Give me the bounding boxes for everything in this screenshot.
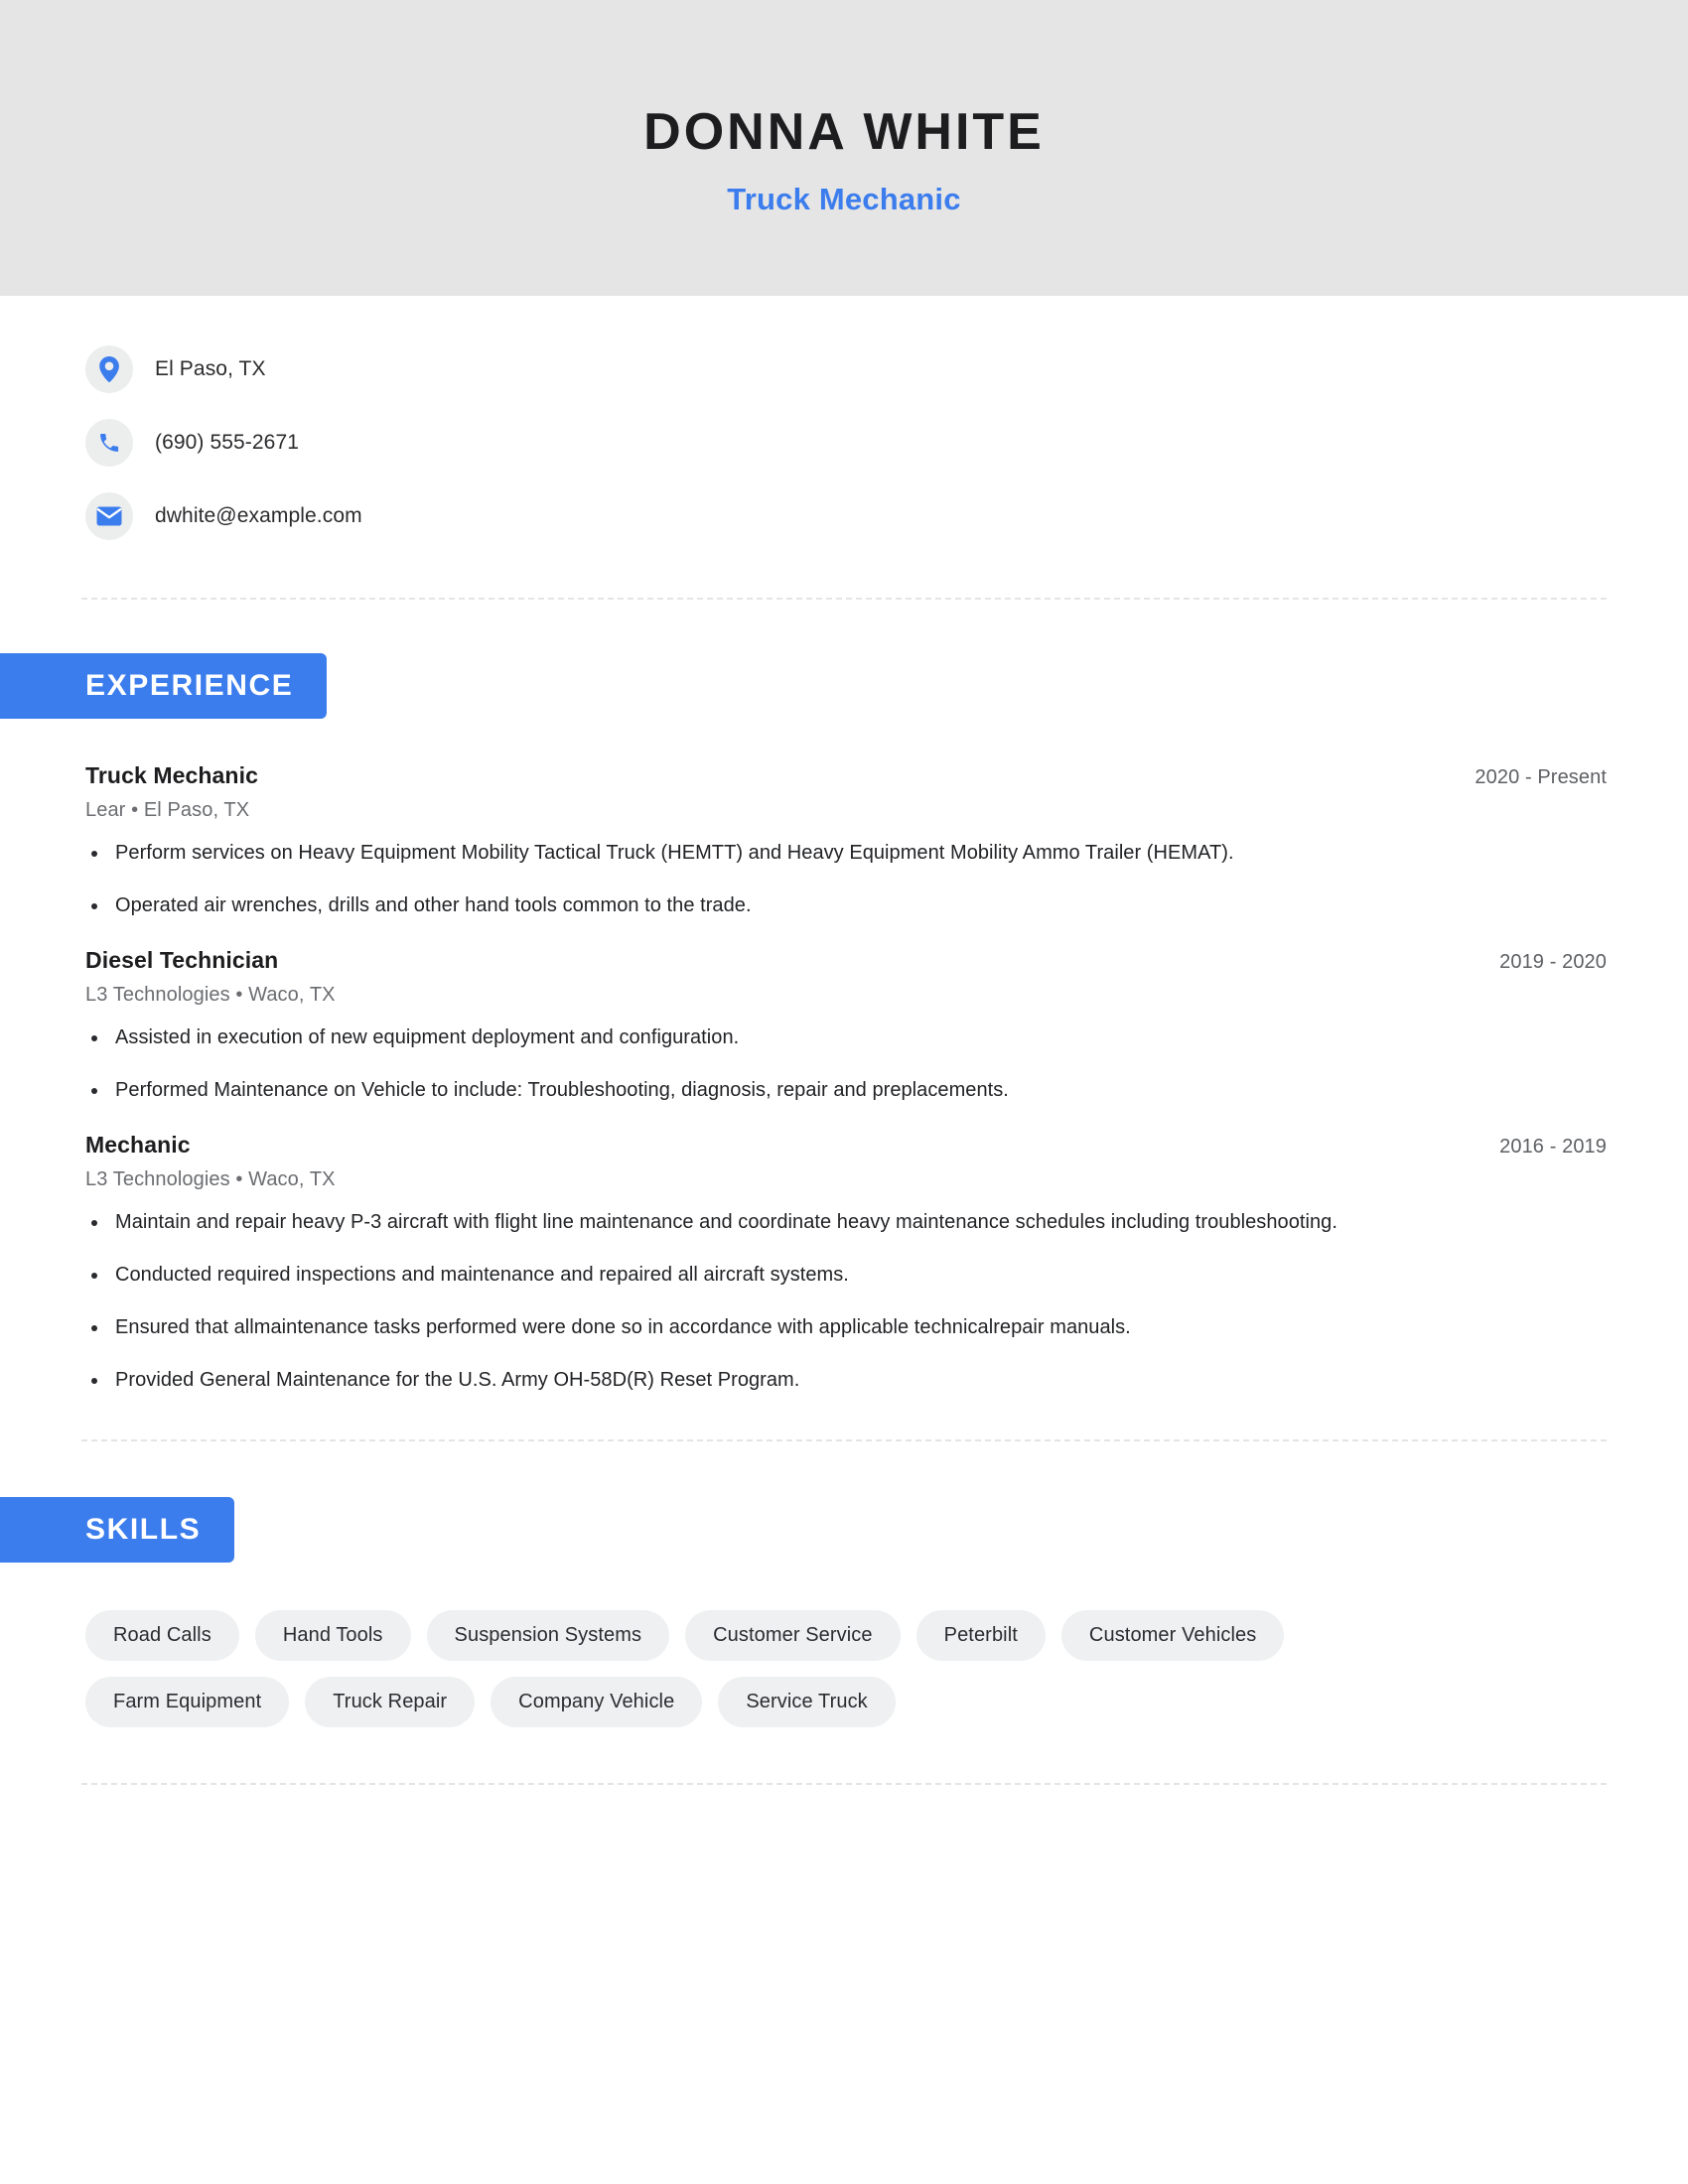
- phone-icon: [85, 419, 133, 467]
- experience-item-header: Diesel Technician 2019 - 2020: [85, 947, 1607, 974]
- experience-bullet-list: Assisted in execution of new equipment d…: [85, 1023, 1607, 1106]
- skill-chip: Customer Service: [685, 1610, 901, 1661]
- candidate-name: DONNA WHITE: [643, 103, 1045, 162]
- experience-item: Mechanic 2016 - 2019 L3 Technologies • W…: [85, 1132, 1607, 1396]
- skill-chip: Truck Repair: [305, 1677, 476, 1727]
- experience-role: Truck Mechanic: [85, 762, 258, 788]
- skill-chip: Hand Tools: [254, 1610, 411, 1661]
- experience-bullet: Provided General Maintenance for the U.S…: [85, 1365, 1607, 1396]
- experience-company-location: Lear • El Paso, TX: [85, 799, 250, 821]
- experience-bullet: Performed Maintenance on Vehicle to incl…: [85, 1075, 1607, 1106]
- experience-dates: 2020 - Present: [1475, 766, 1607, 788]
- divider-after-contact: [81, 598, 1607, 600]
- contact-row-email: dwhite@example.com: [85, 490, 1688, 542]
- contact-phone-text: (690) 555-2671: [155, 431, 300, 454]
- experience-banner-holder: EXPERIENCE: [0, 653, 1688, 719]
- experience-dates: 2019 - 2020: [1499, 951, 1607, 973]
- divider-after-experience: [81, 1439, 1607, 1441]
- experience-bullet: Operated air wrenches, drills and other …: [85, 890, 1607, 921]
- skill-chip: Road Calls: [85, 1610, 239, 1661]
- candidate-job-title: Truck Mechanic: [727, 181, 961, 216]
- skill-chip: Customer Vehicles: [1060, 1610, 1285, 1661]
- contact-row-location: El Paso, TX: [85, 343, 1688, 395]
- experience-list: Truck Mechanic 2020 - Present Lear • El …: [0, 762, 1688, 1396]
- experience-company-location: L3 Technologies • Waco, TX: [85, 1168, 336, 1190]
- contact-email-text: dwhite@example.com: [155, 504, 362, 527]
- contact-block: El Paso, TX (690) 555-2671 dwhite@exampl…: [0, 296, 1688, 542]
- experience-dates: 2016 - 2019: [1499, 1136, 1607, 1158]
- skill-chip: Service Truck: [718, 1677, 896, 1727]
- experience-bullet: Ensured that allmaintenance tasks perfor…: [85, 1312, 1607, 1343]
- skill-chip: Suspension Systems: [426, 1610, 670, 1661]
- skill-chip: Farm Equipment: [85, 1677, 290, 1727]
- experience-bullet-list: Maintain and repair heavy P-3 aircraft w…: [85, 1207, 1607, 1396]
- contact-location-text: El Paso, TX: [155, 357, 266, 380]
- experience-bullet-list: Perform services on Heavy Equipment Mobi…: [85, 838, 1607, 921]
- experience-bullet: Conducted required inspections and maint…: [85, 1260, 1607, 1291]
- resume-header: DONNA WHITE Truck Mechanic: [0, 0, 1688, 296]
- skills-banner-holder: SKILLS: [0, 1497, 1688, 1563]
- envelope-icon: [85, 492, 133, 540]
- divider-after-skills: [81, 1783, 1607, 1785]
- skill-chip: Peterbilt: [915, 1610, 1046, 1661]
- section-heading-experience: EXPERIENCE: [0, 653, 328, 719]
- experience-role: Diesel Technician: [85, 947, 279, 973]
- skill-chip: Company Vehicle: [491, 1677, 703, 1727]
- experience-item-header: Truck Mechanic 2020 - Present: [85, 762, 1607, 789]
- experience-role: Mechanic: [85, 1132, 191, 1158]
- resume-page: DONNA WHITE Truck Mechanic El Paso, TX (…: [0, 0, 1688, 2184]
- experience-item: Diesel Technician 2019 - 2020 L3 Technol…: [85, 947, 1607, 1106]
- experience-bullet: Perform services on Heavy Equipment Mobi…: [85, 838, 1607, 869]
- experience-item-header: Mechanic 2016 - 2019: [85, 1132, 1607, 1159]
- skills-list: Road Calls Hand Tools Suspension Systems…: [0, 1610, 1549, 1727]
- experience-item: Truck Mechanic 2020 - Present Lear • El …: [85, 762, 1607, 921]
- section-heading-skills: SKILLS: [0, 1497, 235, 1563]
- experience-bullet: Maintain and repair heavy P-3 aircraft w…: [85, 1207, 1607, 1238]
- map-pin-icon: [85, 345, 133, 393]
- experience-bullet: Assisted in execution of new equipment d…: [85, 1023, 1607, 1053]
- experience-company-location: L3 Technologies • Waco, TX: [85, 984, 336, 1006]
- contact-row-phone: (690) 555-2671: [85, 417, 1688, 469]
